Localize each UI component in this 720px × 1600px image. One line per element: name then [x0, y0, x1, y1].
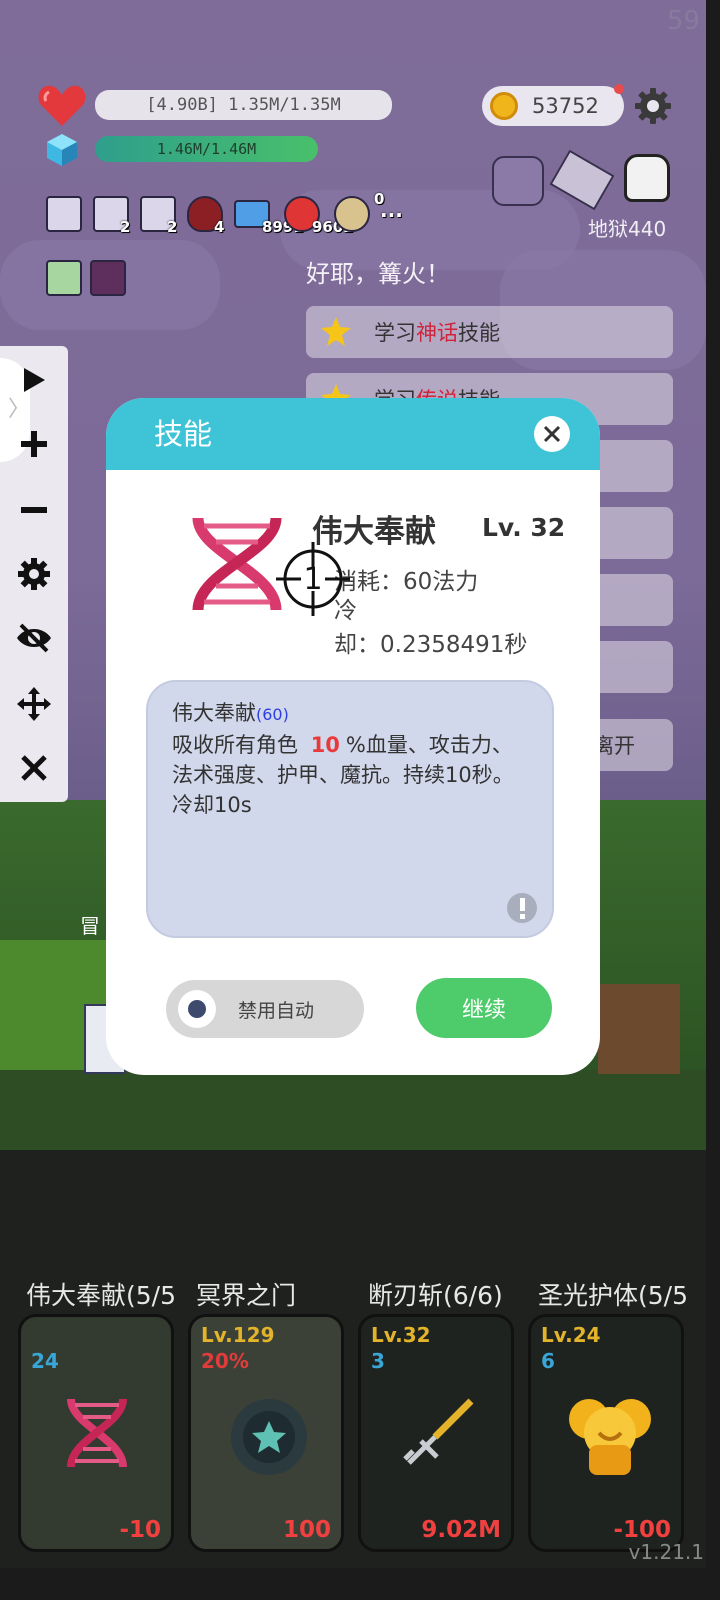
- dialog-title: 技能: [154, 417, 213, 451]
- coin-icon: [490, 92, 518, 120]
- desc-line1-prefix: 吸收所有角色: [172, 733, 298, 757]
- info-exclamation-icon[interactable]: [506, 892, 538, 924]
- skill-level: Lv.24: [541, 1323, 601, 1347]
- skill-title: 圣光护体(5/5: [538, 1281, 688, 1310]
- dna-skill-icon: [192, 517, 282, 611]
- skill-title: 断刃斩(6/6): [368, 1281, 503, 1310]
- underworld-portal-icon: [231, 1399, 307, 1475]
- ground: [0, 1070, 706, 1150]
- toggle-knob: [178, 990, 216, 1028]
- event-message: 好耶，篝火！: [306, 260, 450, 288]
- menu-suffix: 技能: [458, 321, 500, 345]
- cooldown-value: 却：0.2358491秒: [334, 632, 528, 658]
- fps-counter: 59: [666, 6, 700, 36]
- pitchfork-icon: [403, 1398, 474, 1465]
- hero-name-fragment: 冒: [80, 914, 100, 938]
- flag-icon[interactable]: [334, 196, 370, 232]
- buff-lightning-icon[interactable]: [46, 260, 82, 296]
- skill-level: Lv.129: [201, 1323, 275, 1347]
- skill-charges: 20%: [201, 1349, 249, 1373]
- ghost-icon[interactable]: [624, 154, 670, 202]
- skill-dialog: 技能 伟大奉献 Lv. 32 消耗：60法力 冷 却：0.2358491秒 伟大…: [106, 398, 600, 1075]
- notification-dot: [614, 84, 624, 94]
- skill-cost: 消耗：60法力: [334, 569, 479, 595]
- minus-icon[interactable]: [14, 490, 54, 530]
- coin-amount: 53752: [532, 94, 599, 118]
- hide-eye-icon[interactable]: [14, 618, 54, 658]
- skill-effect-value: 100: [282, 1517, 331, 1543]
- character-portrait[interactable]: [492, 156, 544, 206]
- move-icon[interactable]: [14, 684, 54, 724]
- skill-title: 伟大奉献(5/5: [26, 1281, 176, 1310]
- skill-charges: 6: [541, 1349, 555, 1373]
- dialog-header: 技能: [106, 398, 600, 470]
- skill-effect-value: -10: [119, 1517, 161, 1543]
- settings-gear-icon[interactable]: [634, 87, 672, 125]
- skill-slot-1[interactable]: 24 -10: [18, 1314, 174, 1552]
- star-icon: [321, 317, 351, 346]
- disable-auto-label: 禁用自动: [238, 999, 315, 1022]
- more-buffs[interactable]: ...: [380, 198, 403, 222]
- mp-bar: 1.46M/1.46M: [95, 136, 318, 162]
- skill-title: 冥界之门: [196, 1281, 297, 1310]
- skill-charges: 24: [31, 1349, 59, 1373]
- coin-counter[interactable]: 53752: [482, 86, 624, 126]
- skill-slot-4[interactable]: Lv.24 6 -100: [528, 1314, 684, 1552]
- skill-slot-2[interactable]: Lv.129 20% 100: [188, 1314, 344, 1552]
- buff-monster-icon[interactable]: [90, 260, 126, 296]
- desc-mana: (60): [256, 705, 289, 724]
- holy-shield-icon: [569, 1399, 651, 1475]
- desc-value: 10: [310, 733, 340, 757]
- skill-level: Lv.32: [371, 1323, 431, 1347]
- skill-description: 伟大奉献(60) 吸收所有角色 10 %血量、攻击力、法术强度、护甲、魔抗。持续1…: [146, 680, 554, 938]
- skill-charges: 3: [371, 1349, 385, 1373]
- dna-skill-icon: [67, 1398, 127, 1468]
- heart-icon: [38, 85, 86, 126]
- play-icon[interactable]: [14, 360, 54, 400]
- buff-count: 2: [167, 218, 178, 236]
- hp-bar: [4.90B] 1.35M/1.35M: [95, 90, 392, 120]
- close-icon: [543, 425, 561, 443]
- hell-level: 地狱440: [588, 217, 667, 241]
- settings-icon[interactable]: [14, 554, 54, 594]
- learn-mythic-skill-option[interactable]: 学习 神话 技能: [306, 306, 673, 358]
- version-label: v1.21.1: [628, 1540, 704, 1564]
- desc-cooldown: 冷却10s: [172, 793, 252, 817]
- mana-crystal-icon: [47, 134, 77, 166]
- buff-count: 2: [120, 218, 131, 236]
- menu-prefix: 学习: [374, 321, 416, 345]
- dialog-close-button[interactable]: [534, 416, 570, 452]
- skill-level: Lv. 32: [482, 513, 566, 542]
- skill-effect-value: 9.02M: [421, 1517, 501, 1543]
- disable-auto-toggle[interactable]: 禁用自动: [166, 980, 364, 1038]
- skill-slot-3[interactable]: Lv.32 3 9.02M: [358, 1314, 514, 1552]
- buff-card-icon[interactable]: [46, 196, 82, 232]
- plus-icon[interactable]: [14, 424, 54, 464]
- crosshair-icon: 1: [276, 542, 350, 616]
- buff-count: 4: [214, 218, 225, 236]
- continue-button[interactable]: 继续: [416, 978, 552, 1038]
- crosshair-label: 1: [303, 562, 322, 597]
- close-x-icon[interactable]: [14, 748, 54, 788]
- menu-highlight: 神话: [416, 321, 458, 345]
- campfire-logs: [598, 984, 680, 1074]
- desc-skill-name: 伟大奉献: [172, 701, 256, 725]
